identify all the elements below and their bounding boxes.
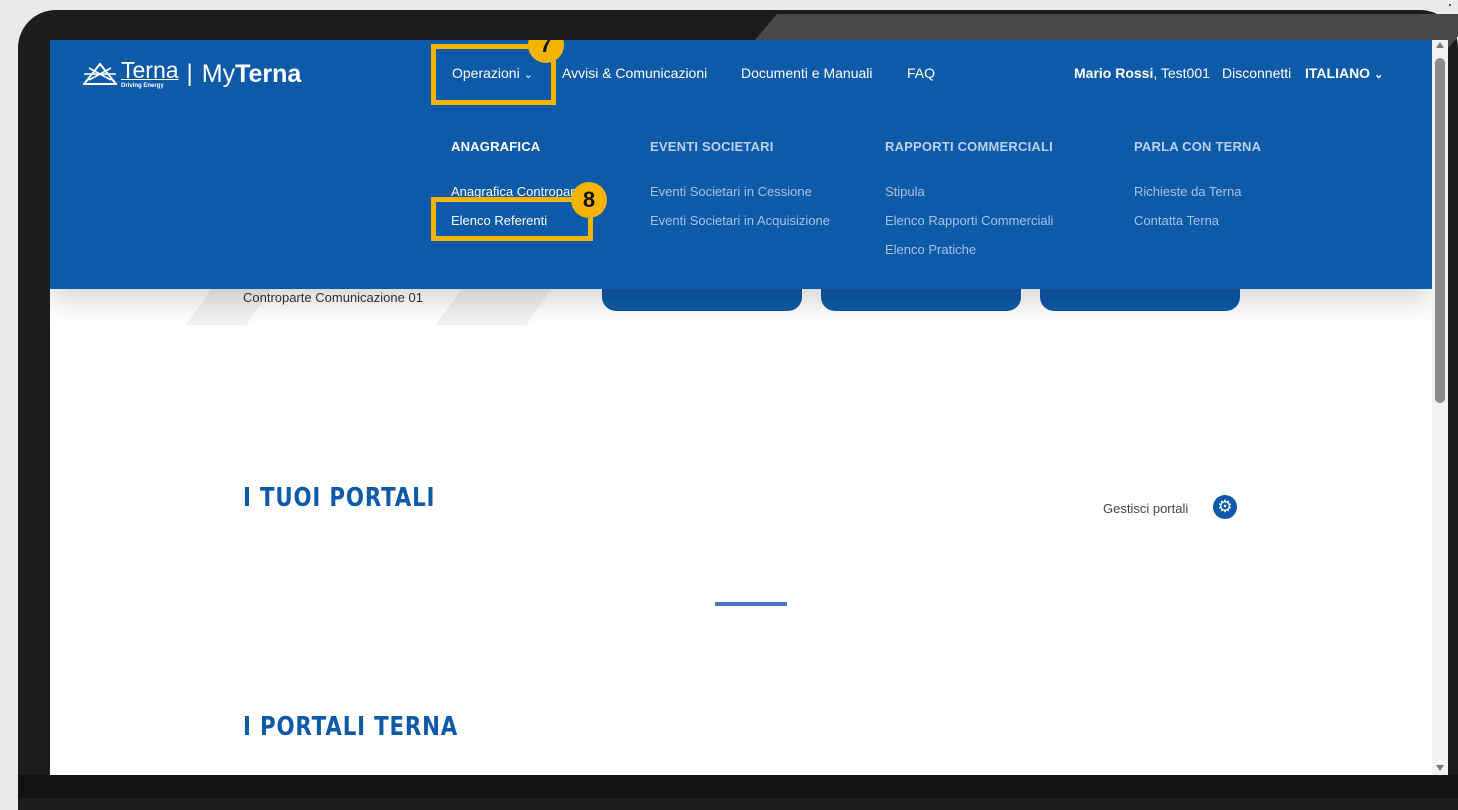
user-account: , Test001 [1153, 65, 1210, 81]
laptop-bottom-bezel [18, 775, 1458, 798]
terna-logo[interactable]: Terna Driving Energy | MyTerna [83, 59, 301, 89]
nav-avvisi-comunicazioni[interactable]: Avvisi & Comunicazioni [562, 65, 707, 81]
menu-heading-eventi-societari: EVENTI SOCIETARI [650, 139, 774, 154]
scroll-up-icon[interactable] [1436, 42, 1444, 48]
menu-heading-parla-con-terna: PARLA CON TERNA [1134, 139, 1262, 154]
vertical-scrollbar[interactable] [1432, 40, 1448, 775]
menu-link-eventi-acquisizione[interactable]: Eventi Societari in Acquisizione [650, 213, 830, 228]
gear-icon[interactable]: ⚙ [1213, 495, 1237, 519]
menu-heading-rapporti-commerciali: RAPPORTI COMMERCIALI [885, 139, 1053, 154]
decorative-stripe [435, 285, 555, 325]
scrollbar-thumb[interactable] [1435, 58, 1445, 403]
terna-logo-icon [83, 62, 117, 85]
product-logo: MyTerna [201, 59, 302, 88]
scroll-down-icon[interactable] [1436, 765, 1444, 771]
menu-link-richieste-terna[interactable]: Richieste da Terna [1134, 184, 1241, 199]
language-selector[interactable]: ITALIANO ⌄ [1305, 65, 1383, 81]
logo-separator: | [186, 60, 193, 87]
manage-portals-link[interactable]: Gestisci portali [1103, 501, 1188, 516]
loading-divider [715, 602, 787, 606]
menu-link-stipula[interactable]: Stipula [885, 184, 925, 199]
nav-documenti-manuali[interactable]: Documenti e Manuali [741, 65, 873, 81]
user-name: Mario Rossi [1074, 65, 1154, 81]
logo-brand: Terna [121, 57, 179, 83]
frame-dot [1449, 4, 1451, 6]
step-badge-8: 8 [571, 182, 607, 218]
nav-faq[interactable]: FAQ [907, 65, 935, 81]
your-portals-title: I TUOI PORTALI [243, 483, 436, 513]
header-mega-menu: Terna Driving Energy | MyTerna Operazion… [50, 40, 1432, 289]
menu-link-eventi-cessione[interactable]: Eventi Societari in Cessione [650, 184, 812, 199]
company-name: Controparte Comunicazione 01 [243, 290, 423, 305]
menu-heading-anagrafica: ANAGRAFICA [451, 139, 541, 154]
menu-link-contatta-terna[interactable]: Contatta Terna [1134, 213, 1219, 228]
menu-link-elenco-pratiche[interactable]: Elenco Pratiche [885, 242, 976, 257]
user-info[interactable]: Mario Rossi, Test001 [1074, 65, 1210, 81]
terna-portals-title: I PORTALI TERNA [243, 712, 459, 742]
chevron-down-icon: ⌄ [1374, 69, 1384, 81]
menu-link-elenco-rapporti[interactable]: Elenco Rapporti Commerciali [885, 213, 1053, 228]
logo-tagline: Driving Energy [121, 83, 164, 89]
logout-link[interactable]: Disconnetti [1222, 65, 1291, 81]
highlight-elenco-referenti [431, 197, 593, 241]
browser-viewport: Controparte Comunicazione 01 I TUOI PORT… [50, 40, 1432, 775]
